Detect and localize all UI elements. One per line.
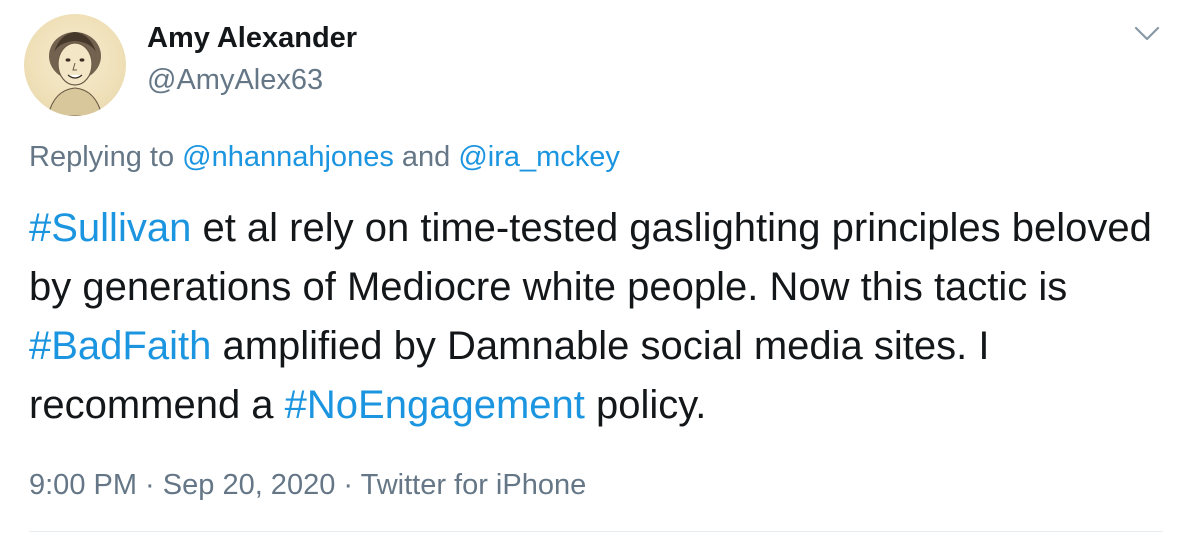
- replying-to-label: Replying to: [29, 141, 183, 173]
- chevron-down-icon[interactable]: [1133, 24, 1161, 44]
- replying-to-line: Replying to @nhannahjones and @ira_mckey: [29, 141, 620, 174]
- tweet-meta: 9:00 PM · Sep 20, 2020 · Twitter for iPh…: [29, 469, 586, 502]
- tweet-text-segment: policy.: [584, 383, 707, 427]
- hashtag-link[interactable]: #BadFaith: [29, 324, 211, 368]
- tweet-date[interactable]: Sep 20, 2020: [163, 469, 336, 501]
- meta-separator: ·: [137, 469, 163, 501]
- divider: [29, 531, 1163, 532]
- tweet-card: Amy Alexander @AmyAlex63 Replying to @nh…: [0, 0, 1192, 548]
- author-handle[interactable]: @AmyAlex63: [147, 64, 323, 97]
- profile-photo-icon: [47, 32, 103, 116]
- meta-separator: ·: [335, 469, 361, 501]
- replying-to-joiner: and: [393, 141, 459, 173]
- tweet-text-segment: et al rely on time-tested gaslighting pr…: [29, 206, 1152, 309]
- tweet-source[interactable]: Twitter for iPhone: [361, 469, 587, 501]
- author-display-name[interactable]: Amy Alexander: [147, 22, 357, 55]
- hashtag-link[interactable]: #NoEngagement: [285, 383, 585, 427]
- tweet-time[interactable]: 9:00 PM: [29, 469, 137, 501]
- mention-link[interactable]: @nhannahjones: [182, 141, 394, 173]
- author-avatar[interactable]: [24, 14, 126, 116]
- mention-link[interactable]: @ira_mckey: [458, 141, 620, 173]
- tweet-text: #Sullivan et al rely on time-tested gasl…: [29, 199, 1169, 435]
- hashtag-link[interactable]: #Sullivan: [29, 206, 191, 250]
